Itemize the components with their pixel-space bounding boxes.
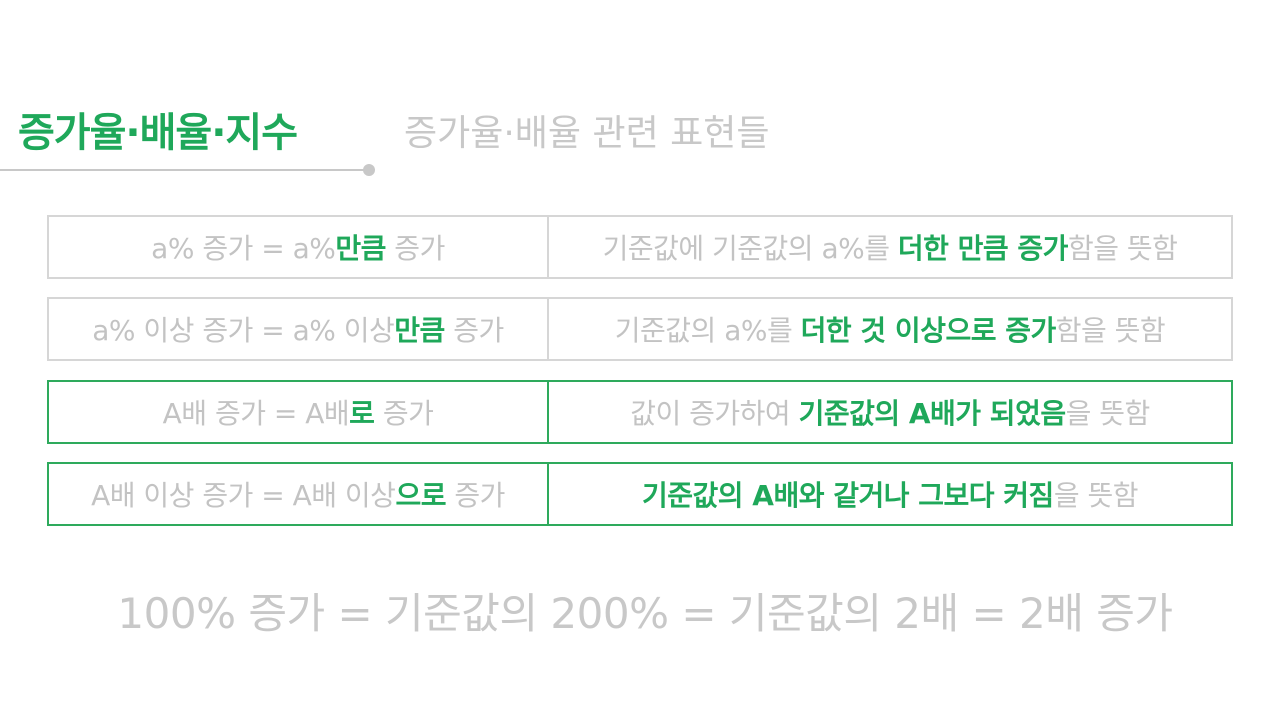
meaning-highlight: 기준값의 A배와 같거나 그보다 커짐 bbox=[642, 479, 1054, 512]
expression-text-tail: 증가 bbox=[445, 479, 505, 512]
meaning-highlight: 기준값의 A배가 되었음 bbox=[798, 397, 1067, 430]
expression-cell: a% 증가 = a% 만큼 증가 bbox=[49, 217, 549, 277]
expression-text: a% 증가 = a% bbox=[151, 232, 336, 265]
meaning-text: 기준값에 기준값의 a%를 bbox=[602, 232, 898, 265]
meaning-text: 값이 증가하여 bbox=[630, 397, 799, 430]
expression-row-1: a% 증가 = a% 만큼 증가 기준값에 기준값의 a%를 더한 만큼 증가 함을… bbox=[47, 215, 1233, 279]
meaning-highlight: 더한 만큼 증가 bbox=[897, 232, 1069, 265]
expression-text: A배 이상 증가 = A배 이상 bbox=[91, 479, 396, 512]
meaning-text-tail: 함을 뜻함 bbox=[1067, 232, 1178, 265]
expression-text: A배 증가 = A배 bbox=[162, 397, 350, 430]
expression-row-4: A배 이상 증가 = A배 이상 으로 증가 기준값의 A배와 같거나 그보다 커… bbox=[47, 462, 1233, 526]
page-title: 증가율·배율·지수 bbox=[18, 110, 298, 156]
divider-dot bbox=[363, 164, 375, 176]
expression-text: a% 이상 증가 = a% 이상 bbox=[92, 314, 395, 347]
expression-highlight: 으로 bbox=[395, 479, 446, 512]
meaning-text-tail: 을 뜻함 bbox=[1053, 479, 1139, 512]
meaning-text: 기준값의 a%를 bbox=[614, 314, 801, 347]
meaning-text-tail: 함을 뜻함 bbox=[1055, 314, 1166, 347]
summary-equation: 100% 증가 = 기준값의 200% = 기준값의 2배 = 2배 증가 bbox=[117, 589, 1173, 638]
meaning-text-tail: 을 뜻함 bbox=[1065, 397, 1151, 430]
expression-row-2: a% 이상 증가 = a% 이상 만큼 증가 기준값의 a%를 더한 것 이상으로… bbox=[47, 297, 1233, 361]
expression-cell: A배 이상 증가 = A배 이상 으로 증가 bbox=[49, 464, 549, 524]
meaning-cell: 기준값의 a%를 더한 것 이상으로 증가 함을 뜻함 bbox=[549, 299, 1231, 359]
title-divider bbox=[0, 169, 370, 171]
expression-highlight: 만큼 bbox=[335, 232, 386, 265]
meaning-cell: 기준값에 기준값의 a%를 더한 만큼 증가 함을 뜻함 bbox=[549, 217, 1231, 277]
expression-cell: A배 증가 = A배 로 증가 bbox=[49, 382, 549, 442]
expression-highlight: 만큼 bbox=[394, 314, 445, 347]
expression-row-3: A배 증가 = A배 로 증가 값이 증가하여 기준값의 A배가 되었음 을 뜻함 bbox=[47, 380, 1233, 444]
meaning-cell: 값이 증가하여 기준값의 A배가 되었음 을 뜻함 bbox=[549, 382, 1231, 442]
expression-text-tail: 증가 bbox=[374, 397, 434, 430]
expression-text-tail: 증가 bbox=[444, 314, 504, 347]
page-subtitle: 증가율·배율 관련 표현들 bbox=[404, 113, 770, 154]
expression-cell: a% 이상 증가 = a% 이상 만큼 증가 bbox=[49, 299, 549, 359]
expression-text-tail: 증가 bbox=[385, 232, 445, 265]
meaning-cell: 기준값의 A배와 같거나 그보다 커짐 을 뜻함 bbox=[549, 464, 1231, 524]
meaning-highlight: 더한 것 이상으로 증가 bbox=[800, 314, 1057, 347]
expression-highlight: 로 bbox=[349, 397, 375, 430]
